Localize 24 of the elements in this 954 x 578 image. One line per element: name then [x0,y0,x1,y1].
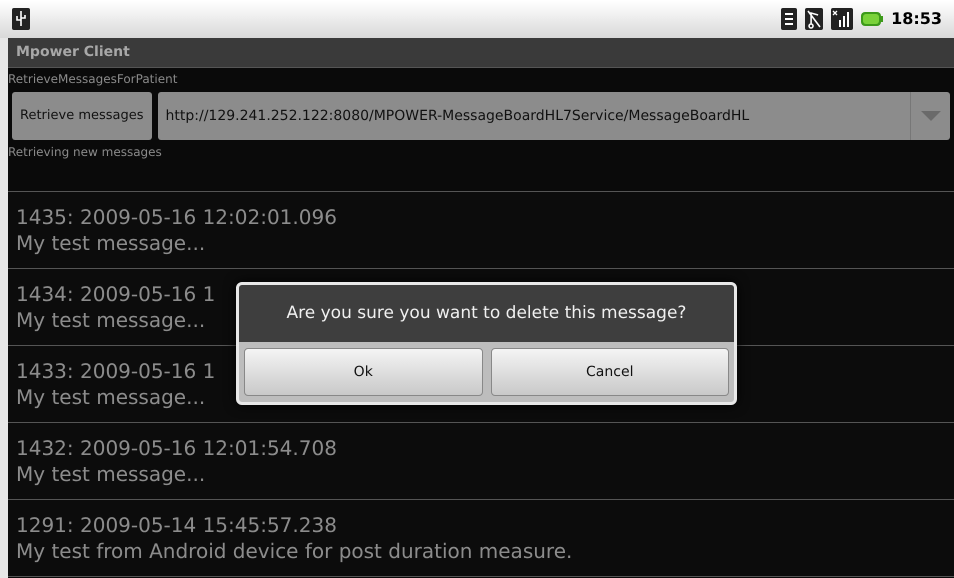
message-body: My test message... [16,384,206,410]
usb-icon [12,8,30,30]
status-text: Retrieving new messages [8,146,162,158]
message-body: My test message... [16,307,206,333]
message-header: 1291: 2009-05-14 15:45:57.238 [16,512,337,538]
muted-sound-icon [805,8,824,30]
dialog-button[interactable]: Cancel [490,348,729,396]
retrieve-button[interactable]: Retrieve messages [12,92,152,140]
message-header: 1433: 2009-05-16 1 [16,358,216,384]
section-label: RetrieveMessagesForPatient [8,73,178,85]
message-header: 1435: 2009-05-16 12:02:01.096 [16,204,337,230]
message-header: 1434: 2009-05-16 1 [16,281,216,307]
url-field[interactable]: http://129.241.252.122:8080/MPOWER-MessageBoardHL7Service/MessageBoardHL [158,92,950,140]
dialog-message: Are you sure you want to delete this message? [286,302,686,325]
dropdown-arrow-icon [920,111,940,121]
clock: 18:53 [891,8,942,30]
dialog-button[interactable]: Ok [244,348,482,396]
message-body: My test message... [16,461,206,487]
signal-icon [831,8,854,30]
message-body: My test from Android device for post duration measure. [16,538,572,564]
window-title: Mpower Client [16,43,130,62]
battery-icon [861,11,884,27]
message-header: 1432: 2009-05-16 12:01:54.708 [16,435,337,461]
message-body: My test message... [16,230,206,256]
